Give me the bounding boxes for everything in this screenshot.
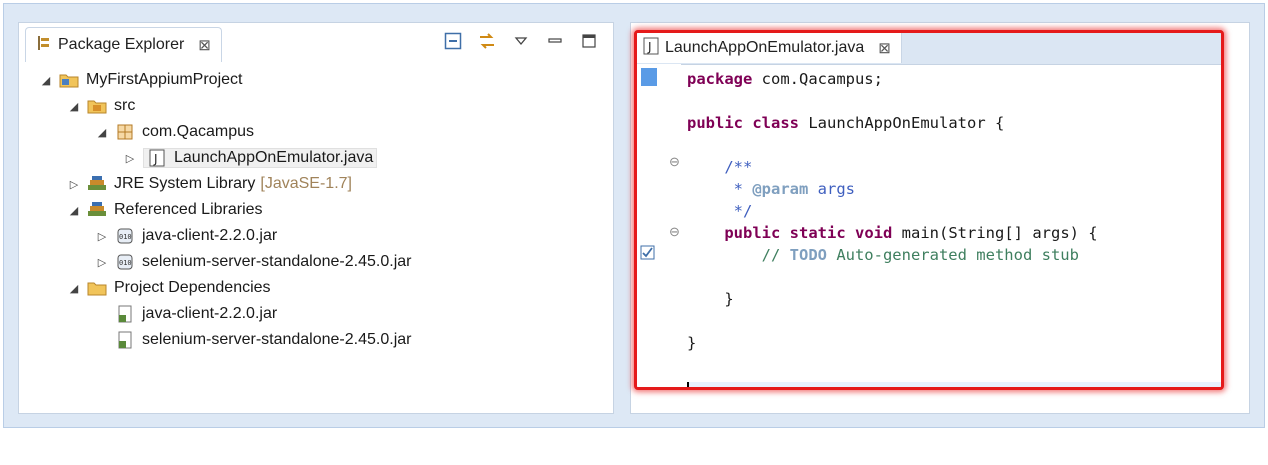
collapse-all-icon[interactable] — [443, 31, 463, 51]
package-icon — [115, 123, 135, 141]
folder-icon — [87, 279, 107, 297]
jar-icon: 010 — [115, 253, 135, 271]
editor-tab-label: LaunchAppOnEmulator.java — [665, 39, 865, 56]
package-explorer-view: Package Explorer ⊠ ◢ MyFirstAppiumProjec… — [18, 22, 614, 414]
tree-item-dependency-jar[interactable]: java-client-2.2.0.jar — [115, 302, 277, 326]
collapsed-twisty-icon[interactable]: ▷ — [95, 230, 109, 243]
library-icon — [87, 175, 107, 193]
source-folder-icon — [87, 97, 107, 115]
code-text-area[interactable]: package com.Qacampus; public class Launc… — [687, 64, 1221, 387]
tree-item-label: Referenced Libraries — [114, 201, 263, 218]
tree-item-src[interactable]: ◢ src — [67, 94, 136, 118]
tree-item-label: JRE System Library — [114, 175, 256, 192]
minimize-icon[interactable] — [545, 31, 565, 51]
code-line-5: */ — [687, 202, 753, 220]
collapsed-twisty-icon[interactable]: ▷ — [95, 256, 109, 269]
collapsed-twisty-icon[interactable]: ▷ — [123, 152, 137, 165]
selected-item: J LaunchAppOnEmulator.java — [143, 148, 378, 168]
editor-gutter: ⊖ ⊖ — [637, 64, 681, 387]
code-line-4: * @param args — [687, 180, 855, 198]
project-icon — [59, 71, 79, 89]
jar-dependency-icon — [115, 331, 135, 349]
fold-collapse-icon[interactable]: ⊖ — [669, 224, 680, 240]
current-line-highlight — [687, 382, 1221, 387]
tree-item-label: Project Dependencies — [114, 279, 271, 296]
code-line-8: } — [687, 290, 734, 308]
code-line-1: package com.Qacampus; — [687, 70, 883, 88]
code-line-7: // TODO Auto-generated method stub — [687, 246, 1079, 264]
expanded-twisty-icon[interactable]: ◢ — [67, 204, 81, 217]
tree-item-jre-library[interactable]: ▷ JRE System Library [JavaSE-1.7] — [67, 172, 352, 196]
java-file-icon: J — [643, 37, 659, 60]
expanded-twisty-icon[interactable]: ◢ — [95, 126, 109, 139]
java-editor: J LaunchAppOnEmulator.java ⊠ ⊖ ⊖ package… — [634, 30, 1224, 390]
tab-label: Package Explorer — [58, 36, 185, 53]
code-line-6: public static void main(String[] args) { — [724, 224, 1098, 242]
svg-text:J: J — [647, 40, 652, 54]
quick-diff-marker — [641, 68, 657, 86]
tree-item-java-file[interactable]: ▷ J LaunchAppOnEmulator.java — [123, 146, 378, 170]
tree-item-label: selenium-server-standalone-2.45.0.jar — [142, 331, 412, 348]
tree-item-label: src — [114, 97, 136, 114]
close-icon[interactable]: ⊠ — [198, 36, 211, 54]
maximize-icon[interactable] — [579, 31, 599, 51]
tree-item-label: selenium-server-standalone-2.45.0.jar — [142, 253, 412, 270]
code-line-3: /** — [687, 158, 753, 176]
library-icon — [87, 201, 107, 219]
tree-item-label: java-client-2.2.0.jar — [142, 305, 278, 322]
code-line-9: } — [687, 334, 697, 352]
tree-item-jar[interactable]: ▷ 010 java-client-2.2.0.jar — [95, 224, 277, 248]
expanded-twisty-icon[interactable]: ◢ — [39, 74, 53, 87]
tree-item-label: com.Qacampus — [142, 123, 255, 140]
task-marker-icon[interactable] — [640, 244, 656, 265]
tree-item-label: MyFirstAppiumProject — [86, 71, 243, 88]
view-menu-icon[interactable] — [511, 31, 531, 51]
tree-item-label: LaunchAppOnEmulator.java — [174, 149, 374, 166]
close-icon[interactable]: ⊠ — [878, 39, 891, 57]
jar-icon: 010 — [115, 227, 135, 245]
collapsed-twisty-icon[interactable]: ▷ — [67, 178, 81, 191]
tree-item-jar[interactable]: ▷ 010 selenium-server-standalone-2.45.0.… — [95, 250, 412, 274]
java-file-icon: J — [147, 149, 167, 167]
tree-item-project-dependencies[interactable]: ◢ Project Dependencies — [67, 276, 271, 300]
expanded-twisty-icon[interactable]: ◢ — [67, 282, 81, 295]
tree-item-package[interactable]: ◢ com.Qacampus — [95, 120, 254, 144]
text-caret — [687, 382, 689, 387]
tab-package-explorer[interactable]: Package Explorer ⊠ — [25, 27, 222, 62]
jar-dependency-icon — [115, 305, 135, 323]
package-explorer-tabbar: Package Explorer ⊠ — [19, 23, 613, 65]
code-line-2: public class LaunchAppOnEmulator { — [687, 114, 1005, 132]
svg-text:J: J — [153, 152, 158, 166]
expanded-twisty-icon[interactable]: ◢ — [67, 100, 81, 113]
fold-collapse-icon[interactable]: ⊖ — [669, 154, 680, 170]
tree-item-label: java-client-2.2.0.jar — [142, 227, 278, 244]
link-with-editor-icon[interactable] — [477, 31, 497, 51]
tree-item-dependency-jar[interactable]: selenium-server-standalone-2.45.0.jar — [115, 328, 411, 352]
svg-text:010: 010 — [119, 233, 132, 241]
package-explorer-icon — [36, 35, 52, 56]
view-toolbar — [443, 31, 599, 51]
tree-item-suffix: [JavaSE-1.7] — [260, 175, 352, 192]
svg-text:010: 010 — [119, 259, 132, 267]
tree-item-referenced-libraries[interactable]: ◢ Referenced Libraries — [67, 198, 263, 222]
tree-item-project[interactable]: ◢ MyFirstAppiumProject — [39, 68, 243, 92]
tab-launchapponemulator[interactable]: J LaunchAppOnEmulator.java ⊠ — [637, 33, 902, 63]
